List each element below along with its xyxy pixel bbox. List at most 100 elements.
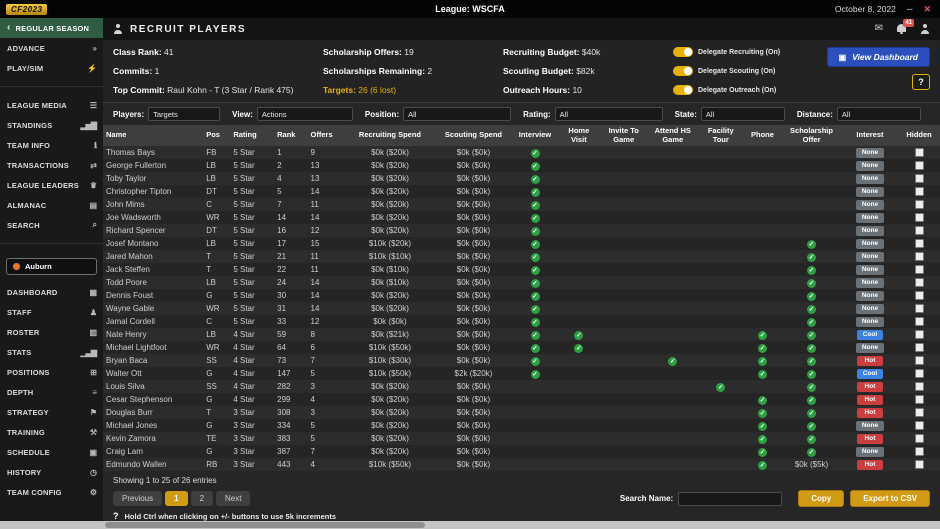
hidden-cell[interactable] [898, 146, 940, 159]
interview-cell[interactable]: ✓ [512, 198, 558, 211]
invite-to-game-cell[interactable] [600, 315, 648, 328]
recruiting-spend-cell[interactable]: $0k ($20k) [345, 159, 435, 172]
table-row[interactable]: Christopher TiptonDT5 Star514$0k ($20k)$… [103, 185, 940, 198]
invite-to-game-cell[interactable] [600, 380, 648, 393]
attend-hs-game-cell[interactable] [648, 341, 698, 354]
scholarship-offer-cell[interactable]: ✓ [781, 302, 842, 315]
sidebar-item[interactable]: ALMANAC ▤ [0, 195, 103, 215]
scouting-spend-cell[interactable]: $0k ($0k) [435, 237, 512, 250]
phone-cell[interactable]: ✓ [744, 328, 782, 341]
table-row[interactable]: Nate HenryLB4 Star598$0k ($21k)$0k ($0k)… [103, 328, 940, 341]
hidden-cell[interactable] [898, 185, 940, 198]
interview-cell[interactable]: ✓ [512, 172, 558, 185]
attend-hs-game-cell[interactable] [648, 185, 698, 198]
toggle-switch[interactable] [673, 47, 693, 57]
interview-cell[interactable]: ✓ [512, 211, 558, 224]
home-visit-cell[interactable] [558, 172, 600, 185]
hidden-cell[interactable] [898, 406, 940, 419]
scouting-spend-cell[interactable]: $0k ($0k) [435, 328, 512, 341]
phone-cell[interactable] [744, 198, 782, 211]
attend-hs-game-cell[interactable] [648, 276, 698, 289]
scholarship-offer-cell[interactable]: ✓ [781, 276, 842, 289]
table-row[interactable]: John MimsC5 Star711$0k ($20k)$0k ($0k)✓N… [103, 198, 940, 211]
scholarship-offer-cell[interactable]: ✓ [781, 289, 842, 302]
invite-to-game-cell[interactable] [600, 302, 648, 315]
scholarship-offer-cell[interactable]: ✓ [781, 263, 842, 276]
phone-cell[interactable] [744, 302, 782, 315]
column-header[interactable]: Recruiting Spend [345, 125, 435, 146]
export-csv-button[interactable]: Export to CSV [850, 490, 930, 507]
table-row[interactable]: Douglas BurrT3 Star3083$0k ($20k)$0k ($0… [103, 406, 940, 419]
home-visit-cell[interactable] [558, 263, 600, 276]
phone-cell[interactable] [744, 315, 782, 328]
scholarship-offer-cell[interactable]: ✓ [781, 354, 842, 367]
recruiting-spend-cell[interactable]: $10k ($50k) [345, 458, 435, 471]
recruiting-spend-cell[interactable]: $0k ($20k) [345, 445, 435, 458]
interview-cell[interactable]: ✓ [512, 276, 558, 289]
filter-select[interactable]: All [555, 107, 663, 121]
hidden-cell[interactable] [898, 419, 940, 432]
sidebar-item[interactable]: HISTORY ◷ [0, 462, 103, 482]
scouting-spend-cell[interactable]: $0k ($0k) [435, 354, 512, 367]
table-row[interactable]: Thomas BaysFB5 Star19$0k ($20k)$0k ($0k)… [103, 146, 940, 159]
invite-to-game-cell[interactable] [600, 159, 648, 172]
toggle-switch[interactable] [673, 85, 693, 95]
sidebar-item[interactable]: TRAINING ⚒ [0, 422, 103, 442]
interview-cell[interactable]: ✓ [512, 146, 558, 159]
hidden-cell[interactable] [898, 224, 940, 237]
toggle-switch[interactable] [673, 66, 693, 76]
hidden-checkbox[interactable] [915, 148, 924, 157]
invite-to-game-cell[interactable] [600, 224, 648, 237]
recruiting-spend-cell[interactable]: $0k ($20k) [345, 289, 435, 302]
invite-to-game-cell[interactable] [600, 185, 648, 198]
team-select[interactable]: Auburn [6, 258, 97, 275]
home-visit-cell[interactable] [558, 419, 600, 432]
sidebar-item[interactable]: STRATEGY ⚑ [0, 402, 103, 422]
bell-icon[interactable]: 41 [897, 24, 906, 35]
table-row[interactable]: Josef MontanoLB5 Star1715$10k ($20k)$0k … [103, 237, 940, 250]
home-visit-cell[interactable] [558, 458, 600, 471]
table-row[interactable]: Cesar StephensonG4 Star2994$0k ($20k)$0k… [103, 393, 940, 406]
sidebar-item[interactable]: TEAM INFO ℹ [0, 135, 103, 155]
phone-cell[interactable]: ✓ [744, 367, 782, 380]
search-name-input[interactable] [678, 492, 782, 506]
scouting-spend-cell[interactable]: $0k ($0k) [435, 432, 512, 445]
hidden-cell[interactable] [898, 211, 940, 224]
facility-tour-cell[interactable] [698, 354, 744, 367]
invite-to-game-cell[interactable] [600, 198, 648, 211]
facility-tour-cell[interactable] [698, 393, 744, 406]
interview-cell[interactable] [512, 380, 558, 393]
recruiting-spend-cell[interactable]: $0k ($20k) [345, 393, 435, 406]
hidden-checkbox[interactable] [915, 421, 924, 430]
hidden-cell[interactable] [898, 250, 940, 263]
hidden-checkbox[interactable] [915, 174, 924, 183]
recruiting-spend-cell[interactable]: $0k ($20k) [345, 380, 435, 393]
sidebar-item[interactable]: TRANSACTIONS ⇄ [0, 155, 103, 175]
home-visit-cell[interactable] [558, 237, 600, 250]
interview-cell[interactable]: ✓ [512, 367, 558, 380]
hidden-cell[interactable] [898, 263, 940, 276]
attend-hs-game-cell[interactable] [648, 406, 698, 419]
close-button[interactable]: ✕ [923, 4, 931, 15]
hidden-cell[interactable] [898, 237, 940, 250]
column-header[interactable]: Invite To Game [600, 125, 648, 146]
attend-hs-game-cell[interactable] [648, 315, 698, 328]
scouting-spend-cell[interactable]: $0k ($0k) [435, 211, 512, 224]
column-header[interactable]: Phone [744, 125, 782, 146]
hidden-cell[interactable] [898, 445, 940, 458]
recruiting-spend-cell[interactable]: $0k ($20k) [345, 224, 435, 237]
home-visit-cell[interactable] [558, 289, 600, 302]
home-visit-cell[interactable]: ✓ [558, 328, 600, 341]
hidden-checkbox[interactable] [915, 239, 924, 248]
recruiting-spend-cell[interactable]: $10k ($50k) [345, 341, 435, 354]
table-row[interactable]: Wayne GableWR5 Star3114$0k ($20k)$0k ($0… [103, 302, 940, 315]
phone-cell[interactable] [744, 289, 782, 302]
attend-hs-game-cell[interactable] [648, 237, 698, 250]
help-button[interactable]: ? [912, 74, 930, 90]
table-row[interactable]: Joe WadsworthWR5 Star1414$0k ($20k)$0k (… [103, 211, 940, 224]
column-header[interactable]: Interest [842, 125, 898, 146]
hidden-checkbox[interactable] [915, 447, 924, 456]
table-row[interactable]: Edmundo WallenRB3 Star4434$10k ($50k)$0k… [103, 458, 940, 471]
column-header[interactable]: Rank [274, 125, 307, 146]
facility-tour-cell[interactable] [698, 198, 744, 211]
